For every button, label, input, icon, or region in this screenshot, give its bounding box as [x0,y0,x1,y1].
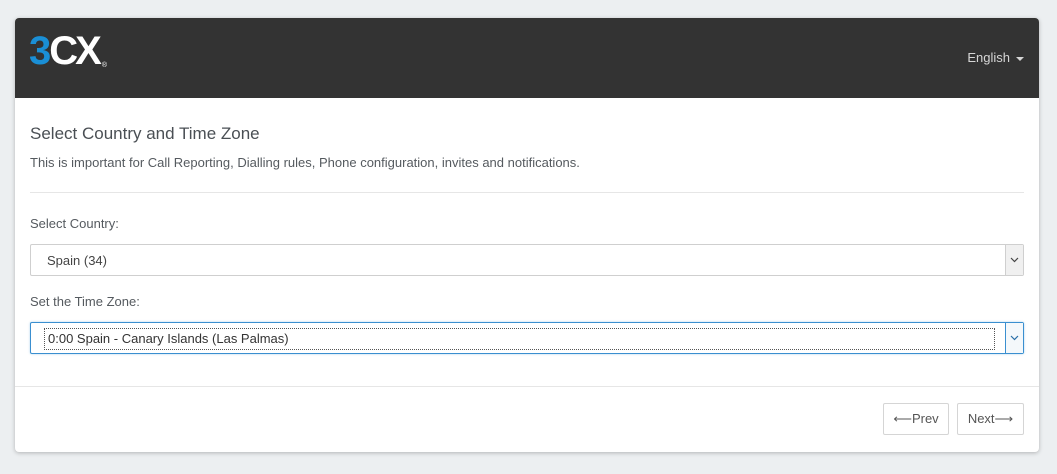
page-description: This is important for Call Reporting, Di… [30,155,580,170]
page-title: Select Country and Time Zone [30,124,260,143]
language-label: English [967,50,1010,65]
timezone-label: Set the Time Zone: [30,294,140,309]
timezone-select[interactable]: 0:00 Spain - Canary Islands (Las Palmas) [30,322,1024,354]
top-header: 3 CX ® English [15,18,1039,98]
divider [30,192,1024,193]
chevron-down-icon[interactable] [1005,245,1023,275]
country-select[interactable]: Spain (34) [30,244,1024,276]
wizard-body: Select Country and Time Zone This is imp… [15,98,1039,354]
3cx-logo: 3 CX ® [29,31,107,71]
wizard-footer: ⟵Prev Next⟶ [15,386,1039,452]
logo-cx: CX [49,29,102,73]
country-select-value: Spain (34) [47,253,107,268]
chevron-down-icon[interactable] [1005,323,1023,353]
timezone-select-value: 0:00 Spain - Canary Islands (Las Palmas) [44,328,995,350]
logo-registered-mark: ® [101,62,107,69]
prev-button[interactable]: ⟵Prev [883,403,949,435]
next-button[interactable]: Next⟶ [957,403,1024,435]
wizard-card: 3 CX ® English Select Country and Time Z… [15,18,1039,452]
logo-three: 3 [29,29,51,73]
caret-down-icon [1016,56,1024,61]
language-dropdown[interactable]: English [967,50,1024,65]
country-label: Select Country: [30,216,119,231]
